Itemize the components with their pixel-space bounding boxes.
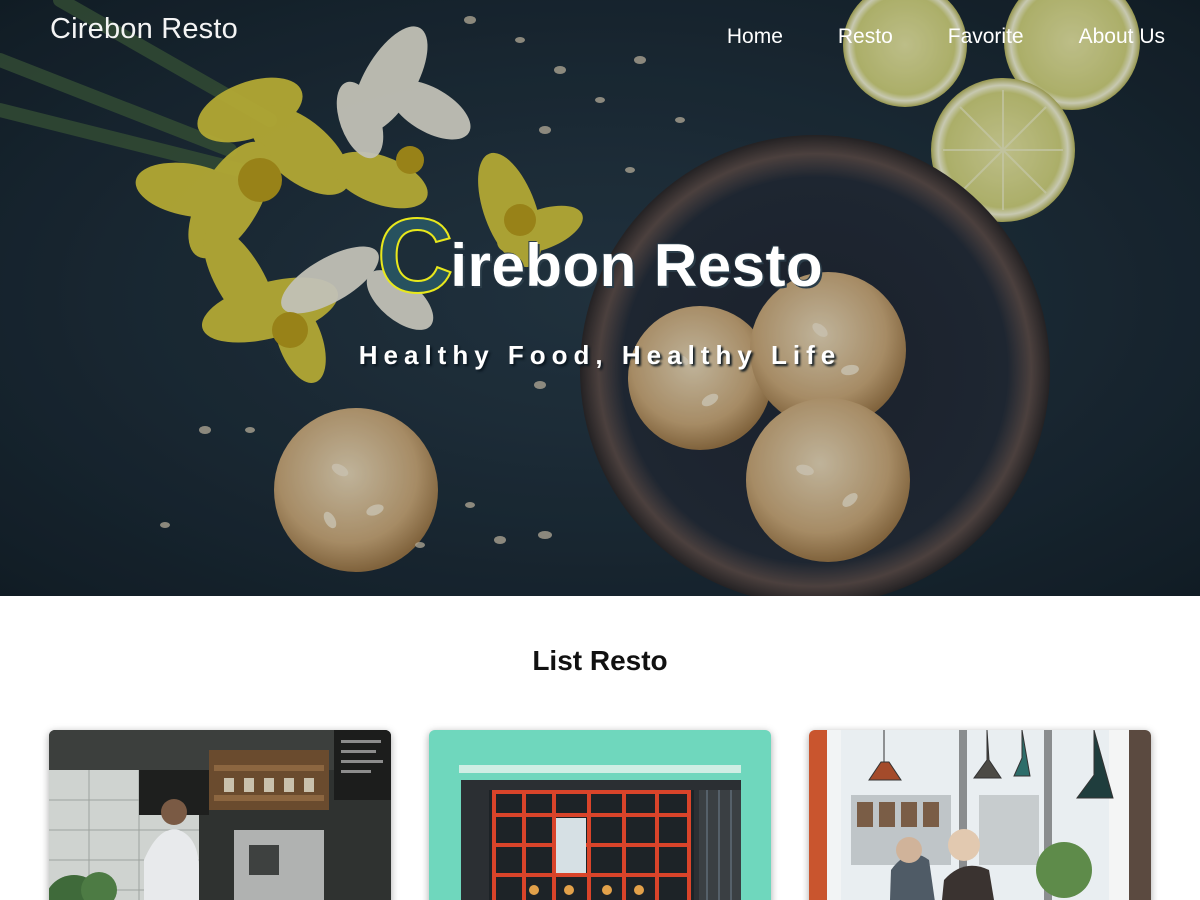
resto-card[interactable] — [49, 730, 391, 900]
resto-card[interactable] — [429, 730, 771, 900]
resto-card-image — [49, 730, 391, 900]
nav-favorite-link[interactable]: Favorite — [948, 24, 1024, 50]
nav-home-link[interactable]: Home — [727, 24, 783, 50]
hero-title-initial: C — [376, 196, 455, 316]
resto-card-list — [49, 730, 1151, 900]
list-resto-heading: List Resto — [532, 645, 668, 676]
resto-card-image — [429, 730, 771, 900]
nav-resto-link[interactable]: Resto — [838, 24, 893, 50]
hero-title: Cirebon Resto — [0, 196, 1200, 317]
hero-tagline: Healthy Food, Healthy Life — [358, 340, 842, 370]
hero-section: Cirebon Resto Home Resto Favorite About … — [0, 0, 1200, 596]
resto-card[interactable] — [809, 730, 1151, 900]
hero-title-rest: irebon Resto — [450, 232, 824, 299]
main-nav: Home Resto Favorite About Us — [672, 24, 1165, 50]
resto-card-image — [809, 730, 1151, 900]
brand-logo-link[interactable]: Cirebon Resto — [50, 13, 238, 46]
nav-about-us-link[interactable]: About Us — [1079, 24, 1165, 50]
